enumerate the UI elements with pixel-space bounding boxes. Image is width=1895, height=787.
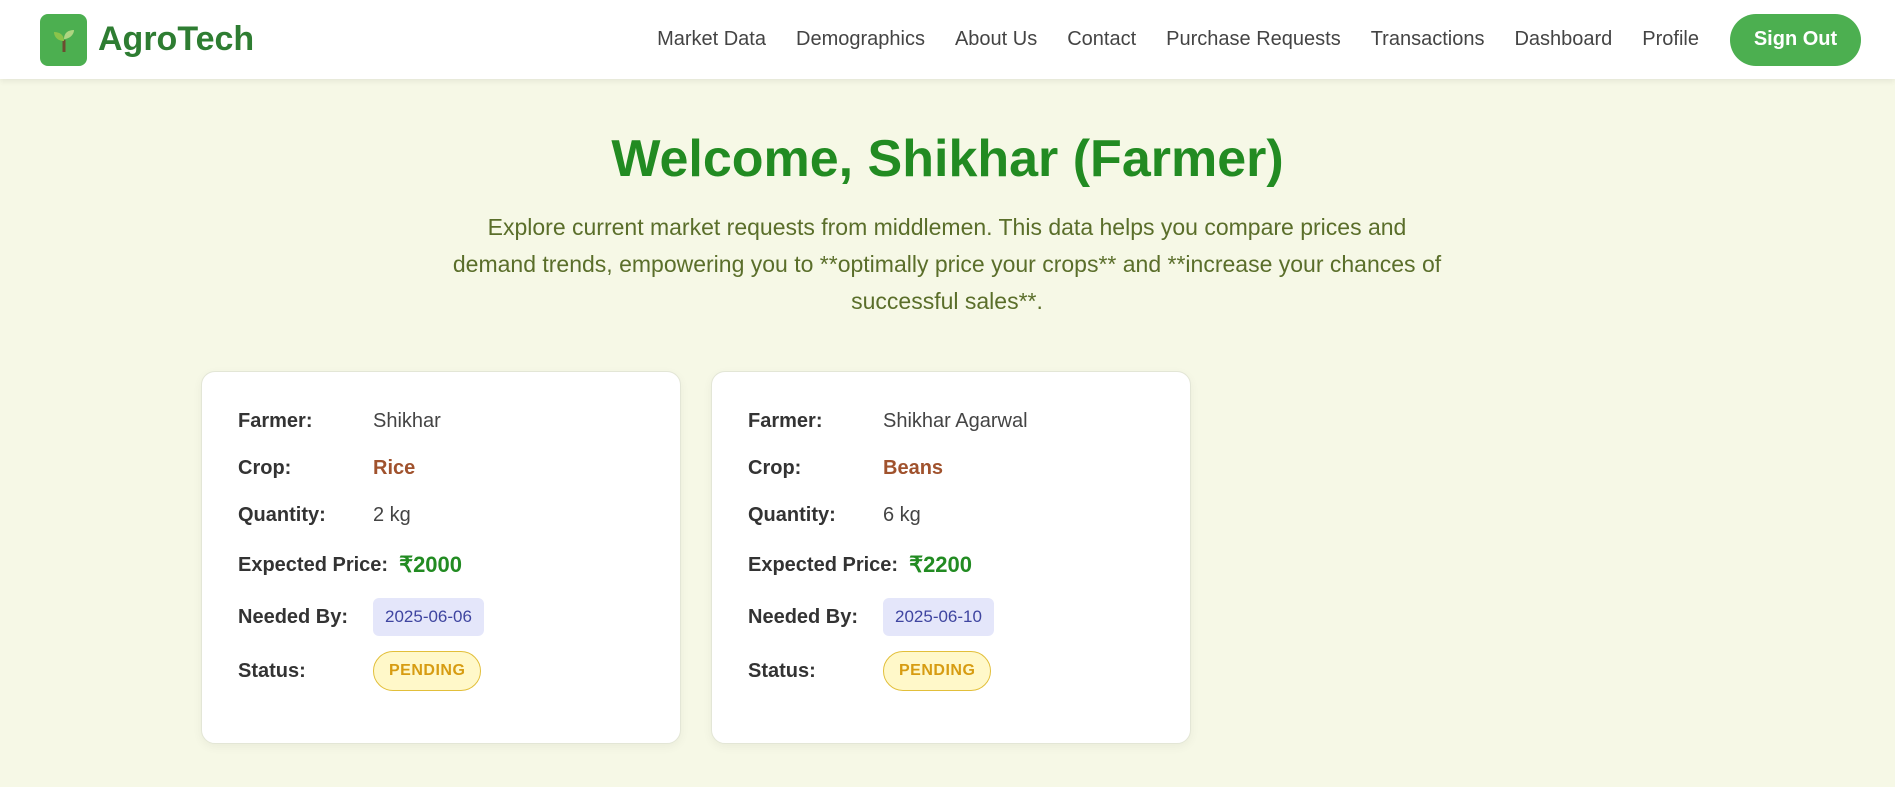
farmer-row: Farmer: Shikhar Agarwal — [748, 410, 1028, 433]
brand[interactable]: AgroTech — [40, 13, 255, 66]
quantity-label: Quantity: — [748, 504, 836, 526]
needed-by-row: Needed By: 2025-06-06 — [238, 598, 484, 636]
farmer-value: Shikhar — [373, 410, 441, 432]
nav-link-purchase-requests[interactable]: Purchase Requests — [1166, 28, 1341, 51]
status-label: Status: — [748, 659, 816, 682]
price-label: Expected Price: — [238, 553, 389, 576]
needed-by-date: 2025-06-10 — [883, 598, 994, 636]
crop-value: Beans — [883, 457, 944, 479]
brand-name: AgroTech — [98, 20, 255, 58]
farmer-value: Shikhar Agarwal — [883, 410, 1028, 432]
status-badge: PENDING — [373, 651, 482, 691]
needed-by-label: Needed By: — [238, 605, 349, 628]
top-navbar: AgroTech Market Data Demographics About … — [0, 0, 1895, 79]
request-card: Farmer: Shikhar Crop: Rice Quantity: 2 k… — [201, 371, 681, 744]
price-value: ₹2200 — [909, 552, 973, 577]
crop-row: Crop: Rice — [238, 457, 415, 480]
needed-by-row: Needed By: 2025-06-10 — [748, 598, 994, 636]
quantity-row: Quantity: 2 kg — [238, 504, 411, 527]
farmer-label: Farmer: — [238, 410, 313, 432]
nav-link-about-us[interactable]: About Us — [955, 28, 1037, 51]
crop-row: Crop: Beans — [748, 457, 943, 480]
quantity-row: Quantity: 6 kg — [748, 504, 921, 527]
price-row: Expected Price: ₹2200 — [748, 552, 972, 578]
crop-label: Crop: — [748, 457, 802, 479]
intro-text: Explore current market requests from mid… — [452, 214, 1442, 314]
request-card: Farmer: Shikhar Agarwal Crop: Beans Quan… — [711, 371, 1191, 744]
price-row: Expected Price: ₹2000 — [238, 552, 462, 578]
status-row: Status: PENDING — [748, 651, 992, 691]
nav-link-contact[interactable]: Contact — [1067, 28, 1136, 51]
nav-link-dashboard[interactable]: Dashboard — [1514, 28, 1612, 51]
status-row: Status: PENDING — [238, 651, 482, 691]
needed-by-label: Needed By: — [748, 605, 859, 628]
nav-link-profile[interactable]: Profile — [1642, 28, 1699, 51]
page-title: Welcome, Shikhar (Farmer) — [611, 130, 1284, 188]
needed-by-date: 2025-06-06 — [373, 598, 484, 636]
crop-value: Rice — [373, 457, 416, 479]
seedling-icon — [40, 13, 87, 66]
quantity-value: 2 kg — [373, 504, 411, 526]
sign-out-button[interactable]: Sign Out — [1730, 13, 1861, 66]
price-value: ₹2000 — [399, 552, 463, 577]
nav-link-demographics[interactable]: Demographics — [796, 28, 925, 51]
crop-label: Crop: — [238, 457, 292, 479]
nav-link-transactions[interactable]: Transactions — [1371, 28, 1485, 51]
quantity-value: 6 kg — [883, 504, 921, 526]
farmer-row: Farmer: Shikhar — [238, 410, 441, 433]
quantity-label: Quantity: — [238, 504, 326, 526]
farmer-label: Farmer: — [748, 410, 823, 432]
nav-link-market-data[interactable]: Market Data — [657, 28, 766, 51]
status-badge: PENDING — [883, 651, 992, 691]
status-label: Status: — [238, 659, 306, 682]
nav-links: Market Data Demographics About Us Contac… — [657, 13, 1861, 66]
price-label: Expected Price: — [748, 553, 899, 576]
